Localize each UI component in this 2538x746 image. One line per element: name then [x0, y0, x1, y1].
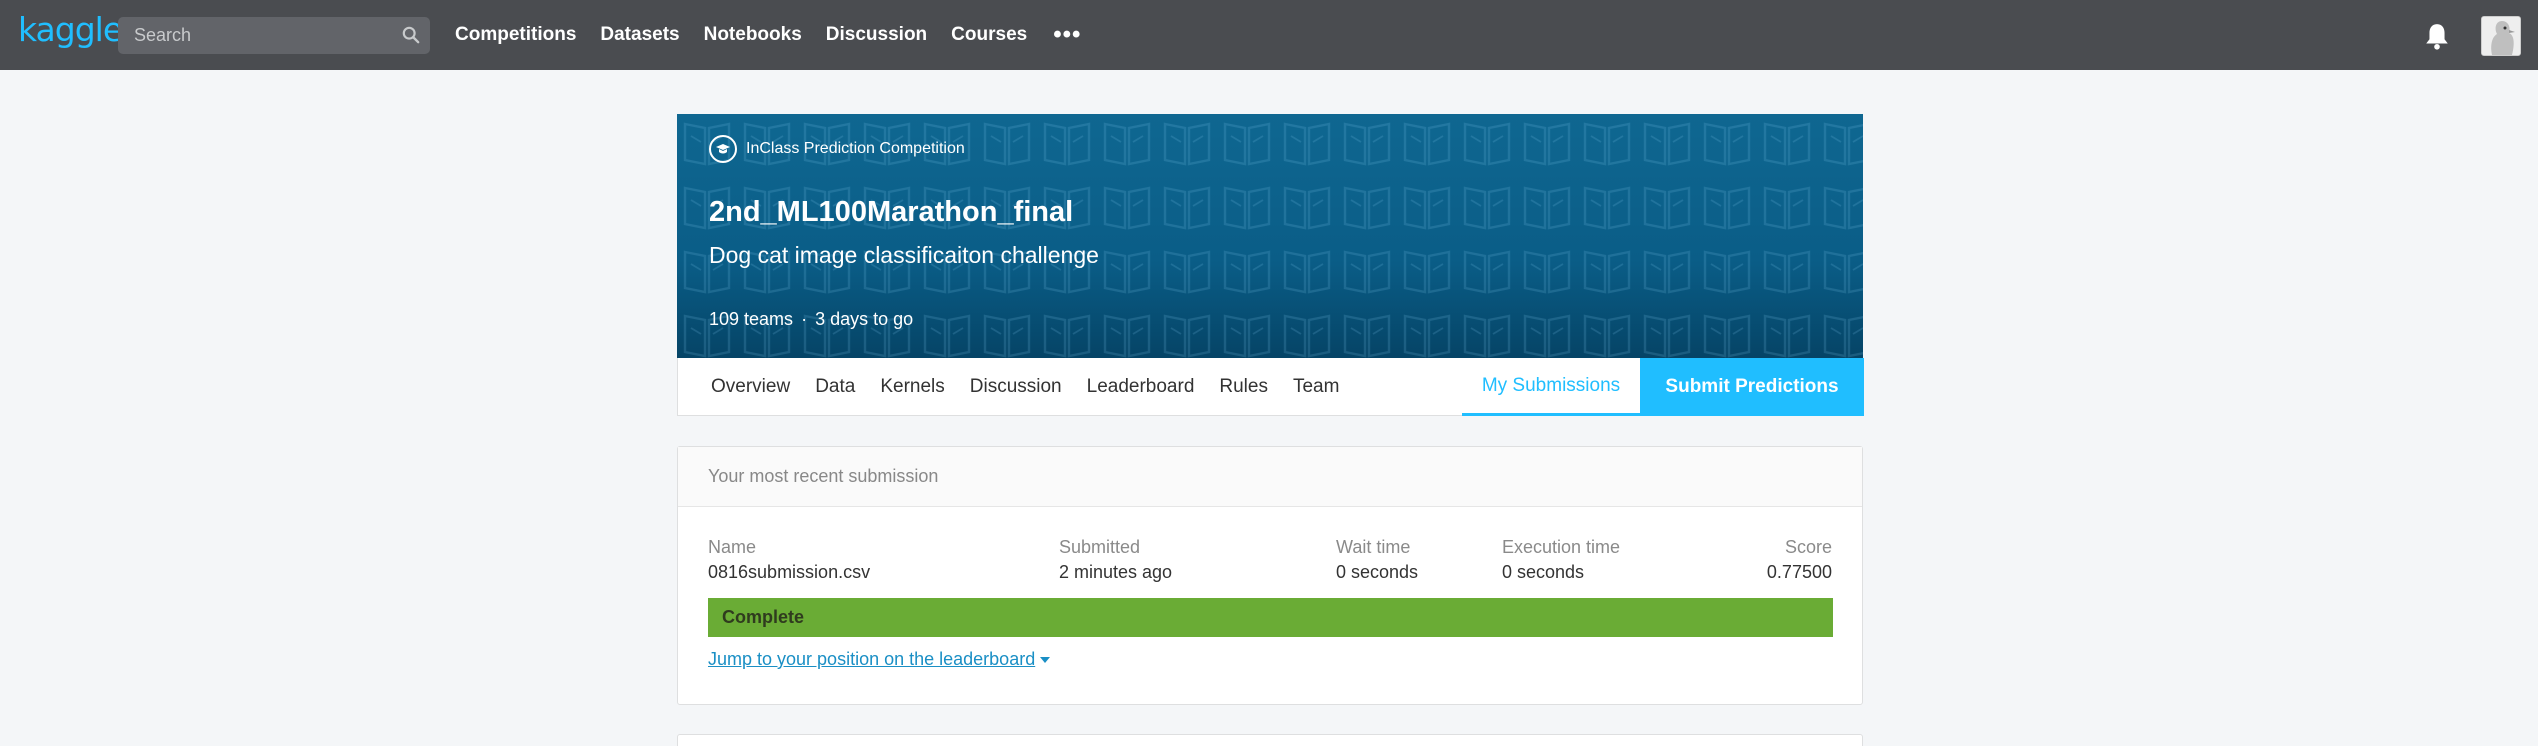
wait-time-value: 0 seconds: [1336, 562, 1419, 582]
nav-competitions[interactable]: Competitions: [455, 24, 576, 46]
competition-type-label: InClass Prediction Competition: [746, 140, 965, 157]
tab-discussion[interactable]: Discussion: [970, 376, 1062, 398]
score-label: Score: [1784, 537, 1832, 557]
execution-time-label: Execution time: [1502, 537, 1621, 557]
jump-link-label[interactable]: Jump to your position on the leaderboard: [708, 649, 1035, 670]
top-navbar: kaggle Competitions Datasets Notebooks D…: [0, 0, 2538, 70]
stats-separator: ·: [801, 309, 808, 329]
next-card: [677, 734, 1863, 746]
search-input[interactable]: [118, 17, 430, 54]
submission-details: Name 0816submission.csv Submitted 2 minu…: [678, 537, 1862, 587]
name-label: Name: [708, 537, 757, 557]
submitted-label: Submitted: [1059, 537, 1141, 557]
submitted-time: 2 minutes ago: [1059, 562, 1173, 582]
nav-discussion[interactable]: Discussion: [826, 24, 927, 46]
caret-down-icon[interactable]: [1040, 656, 1051, 663]
tab-overview[interactable]: Overview: [711, 376, 790, 398]
tab-kernels[interactable]: Kernels: [880, 376, 944, 398]
avatar-image: [2482, 17, 2520, 55]
tab-my-submissions[interactable]: My Submissions: [1462, 358, 1640, 416]
submission-filename: 0816submission.csv: [708, 562, 871, 582]
competition-tabs: Overview Data Kernels Discussion Leaderb…: [677, 358, 1864, 416]
tab-data[interactable]: Data: [815, 376, 855, 398]
name-column: Name 0816submission.csv: [708, 537, 870, 583]
submit-predictions-button[interactable]: Submit Predictions: [1640, 358, 1864, 416]
nav-notebooks[interactable]: Notebooks: [704, 24, 802, 46]
time-remaining: 3 days to go: [815, 309, 914, 329]
execution-time-column: Execution time 0 seconds: [1502, 537, 1620, 583]
search-box[interactable]: [118, 17, 430, 54]
nav-courses[interactable]: Courses: [951, 24, 1027, 46]
more-icon[interactable]: •••: [1053, 21, 1081, 49]
status-badge: Complete: [708, 598, 1833, 637]
jump-to-leaderboard-link[interactable]: Jump to your position on the leaderboard: [708, 649, 1051, 670]
competition-stats: 109 teams · 3 days to go: [709, 309, 913, 330]
competition-banner: InClass Prediction Competition 2nd_ML100…: [677, 114, 1863, 358]
tab-list: Overview Data Kernels Discussion Leaderb…: [711, 358, 1364, 416]
competition-title: 2nd_ML100Marathon_final: [709, 196, 1074, 228]
submitted-column: Submitted 2 minutes ago: [1059, 537, 1172, 583]
execution-time-value: 0 seconds: [1502, 562, 1585, 582]
competition-subtitle: Dog cat image classificaiton challenge: [709, 242, 1099, 268]
tab-leaderboard[interactable]: Leaderboard: [1087, 376, 1195, 398]
main-nav: Competitions Datasets Notebooks Discussi…: [455, 0, 1081, 70]
score-column: Score 0.77500: [1767, 537, 1832, 583]
team-count: 109 teams: [709, 309, 794, 329]
score-value: 0.77500: [1766, 562, 1832, 582]
wait-time-column: Wait time 0 seconds: [1336, 537, 1418, 583]
recent-submission-card: Your most recent submission Name 0816sub…: [677, 446, 1863, 705]
tab-team[interactable]: Team: [1293, 376, 1339, 398]
graduation-cap-icon: [709, 135, 737, 163]
nav-datasets[interactable]: Datasets: [600, 24, 679, 46]
avatar[interactable]: [2481, 16, 2521, 56]
search-icon[interactable]: [402, 26, 420, 44]
card-header: Your most recent submission: [678, 447, 1862, 507]
kaggle-logo[interactable]: kaggle: [18, 10, 123, 49]
tab-rules[interactable]: Rules: [1219, 376, 1268, 398]
bell-icon[interactable]: [2424, 22, 2450, 50]
competition-type: InClass Prediction Competition: [709, 134, 965, 164]
wait-time-label: Wait time: [1336, 537, 1411, 557]
